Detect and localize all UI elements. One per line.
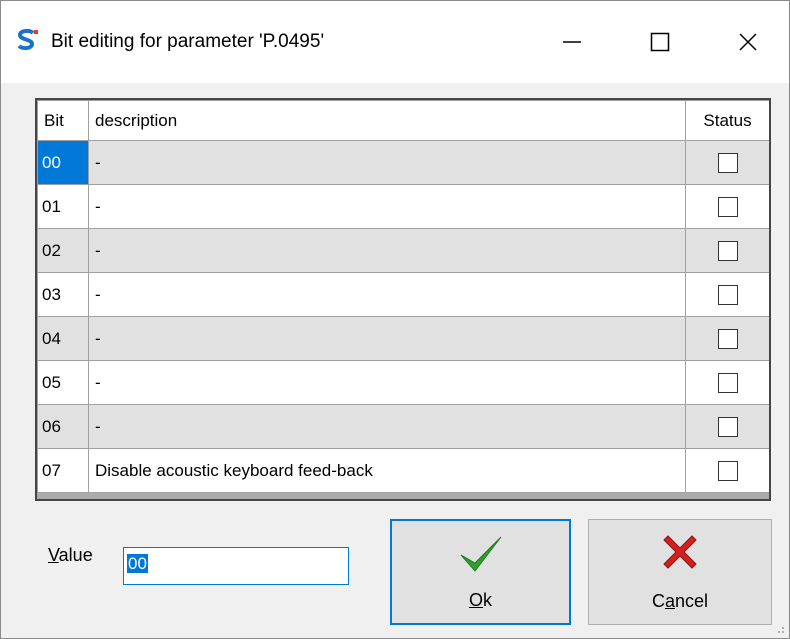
- description-cell[interactable]: -: [88, 360, 686, 405]
- cancel-button[interactable]: Cancel: [588, 519, 772, 625]
- description-cell[interactable]: -: [88, 140, 686, 185]
- status-cell[interactable]: [685, 360, 769, 405]
- bit-cell[interactable]: 07: [37, 448, 89, 493]
- status-checkbox[interactable]: [717, 460, 738, 481]
- bit-cell[interactable]: 05: [37, 360, 89, 405]
- bit-cell[interactable]: 01: [37, 184, 89, 229]
- maximize-icon: [650, 32, 670, 52]
- title-bar[interactable]: Bit editing for parameter 'P.0495': [1, 1, 789, 83]
- table-row[interactable]: 07 Disable acoustic keyboard feed-back: [37, 448, 769, 493]
- app-logo-icon: [14, 27, 40, 53]
- table-row[interactable]: 00 -: [37, 140, 769, 185]
- red-x-icon: [663, 535, 697, 569]
- status-cell[interactable]: [685, 228, 769, 273]
- status-cell[interactable]: [685, 184, 769, 229]
- bit-cell[interactable]: 03: [37, 272, 89, 317]
- description-cell[interactable]: -: [88, 228, 686, 273]
- table-row[interactable]: 02 -: [37, 228, 769, 273]
- description-cell[interactable]: Disable acoustic keyboard feed-back: [88, 448, 686, 493]
- minimize-button[interactable]: [542, 19, 602, 65]
- status-cell[interactable]: [685, 448, 769, 493]
- bit-grid[interactable]: Bit description Status 00 - 01 - 02 - 03…: [35, 98, 771, 501]
- table-row[interactable]: 01 -: [37, 184, 769, 229]
- status-cell[interactable]: [685, 140, 769, 185]
- ok-button[interactable]: Ok: [390, 519, 571, 625]
- bit-editing-dialog: Bit editing for parameter 'P.0495' Bit d…: [0, 0, 790, 639]
- description-cell[interactable]: -: [88, 184, 686, 229]
- ok-button-label: Ok: [468, 590, 492, 610]
- bit-cell[interactable]: 04: [37, 316, 89, 361]
- status-checkbox[interactable]: [717, 284, 738, 305]
- bit-cell[interactable]: 02: [37, 228, 89, 273]
- close-icon: [739, 33, 757, 51]
- value-label: Value: [48, 545, 93, 566]
- value-input-text: 00: [127, 554, 148, 573]
- table-row[interactable]: 06 -: [37, 404, 769, 449]
- status-checkbox[interactable]: [717, 240, 738, 261]
- bit-cell[interactable]: 06: [37, 404, 89, 449]
- table-row[interactable]: 03 -: [37, 272, 769, 317]
- header-row: Bit description Status: [37, 100, 769, 141]
- bit-table: Bit description Status 00 - 01 - 02 - 03…: [37, 100, 769, 493]
- status-checkbox[interactable]: [717, 328, 738, 349]
- status-checkbox[interactable]: [717, 196, 738, 217]
- status-checkbox[interactable]: [717, 416, 738, 437]
- close-button[interactable]: [718, 19, 778, 65]
- minimize-icon: [563, 41, 581, 43]
- header-description[interactable]: description: [88, 100, 686, 141]
- status-cell[interactable]: [685, 272, 769, 317]
- maximize-button[interactable]: [630, 19, 690, 65]
- status-checkbox[interactable]: [717, 152, 738, 173]
- header-bit[interactable]: Bit: [37, 100, 89, 141]
- value-label-rest: alue: [58, 545, 93, 565]
- status-cell[interactable]: [685, 404, 769, 449]
- cancel-button-label: Cancel: [651, 591, 709, 611]
- description-cell[interactable]: -: [88, 316, 686, 361]
- table-row[interactable]: 05 -: [37, 360, 769, 405]
- resize-grip-icon[interactable]: [775, 624, 785, 634]
- status-cell[interactable]: [685, 316, 769, 361]
- checkmark-icon: [460, 536, 501, 572]
- description-cell[interactable]: -: [88, 404, 686, 449]
- description-cell[interactable]: -: [88, 272, 686, 317]
- value-input[interactable]: 00: [123, 547, 349, 585]
- table-row[interactable]: 04 -: [37, 316, 769, 361]
- window-title: Bit editing for parameter 'P.0495': [51, 31, 325, 52]
- value-label-mnemonic: V: [48, 545, 59, 565]
- status-checkbox[interactable]: [717, 372, 738, 393]
- header-status[interactable]: Status: [685, 100, 769, 141]
- bit-cell[interactable]: 00: [37, 140, 89, 185]
